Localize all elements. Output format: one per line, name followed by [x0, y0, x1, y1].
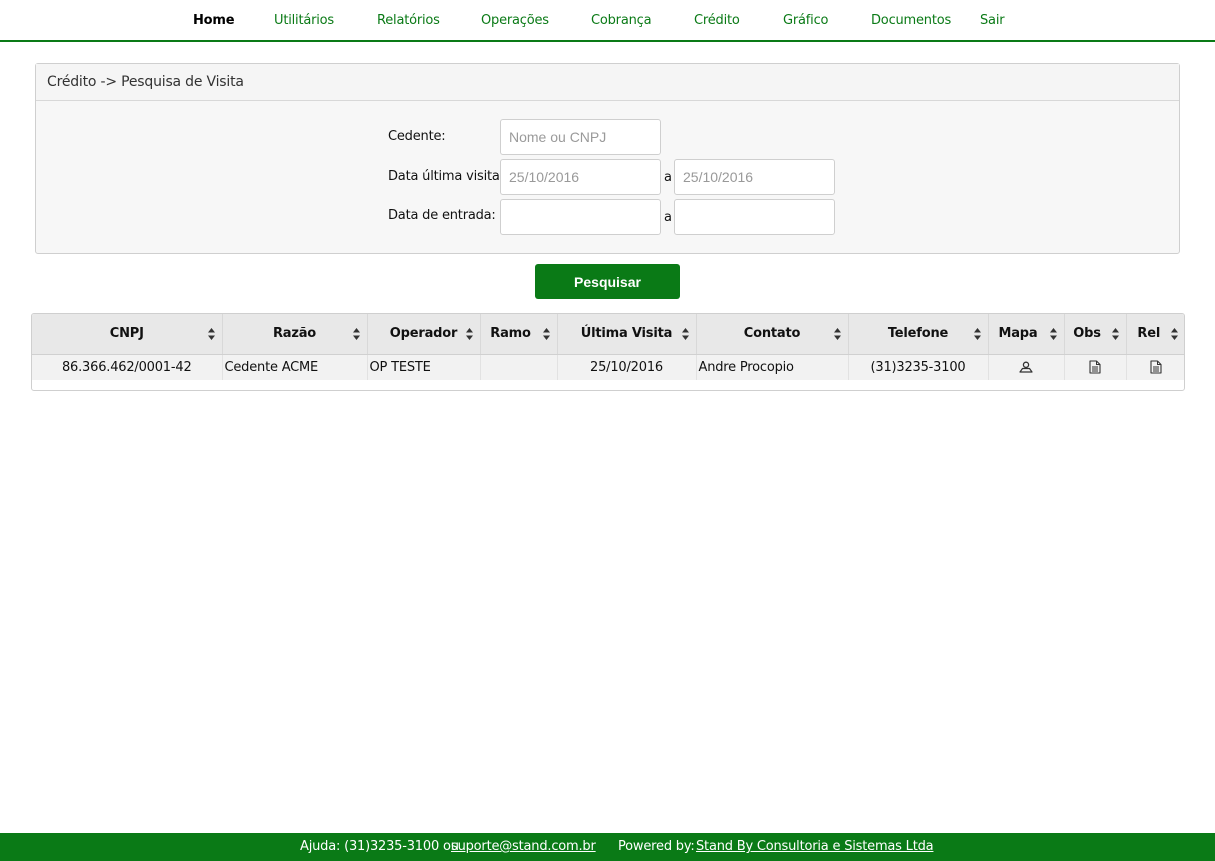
cedente-label: Cedente:	[388, 129, 446, 144]
nav-cobranca[interactable]: Cobrança	[591, 13, 652, 28]
range-separator: a	[664, 210, 672, 225]
nav-credito[interactable]: Crédito	[694, 13, 740, 28]
entrada-label: Data de entrada:	[388, 208, 496, 223]
col-header-telefone[interactable]: Telefone	[848, 314, 989, 355]
map-pin-icon[interactable]	[1019, 361, 1033, 373]
sort-icon	[542, 328, 550, 340]
nav-utilitarios[interactable]: Utilitários	[274, 13, 334, 28]
col-header-label: Rel	[1137, 326, 1161, 342]
document-icon[interactable]	[1089, 360, 1101, 374]
nav-operacoes[interactable]: Operações	[481, 13, 549, 28]
col-header-operador[interactable]: Operador	[367, 314, 481, 355]
entrada-from-input[interactable]	[500, 199, 661, 235]
col-header-label: Telefone	[887, 326, 949, 342]
table-row[interactable]: 86.366.462/0001-42 Cedente ACME OP TESTE…	[32, 354, 1184, 380]
nav-grafico[interactable]: Gráfico	[783, 13, 828, 28]
entrada-to-input[interactable]	[674, 199, 835, 235]
col-header-label: Ramo	[490, 326, 531, 342]
footer-help-text: Ajuda: (31)3235-3100 ou	[300, 839, 459, 854]
cell-contato: Andre Procopio	[696, 354, 849, 380]
cell-rel	[1126, 354, 1184, 380]
ultima-visita-from-input[interactable]	[500, 159, 661, 195]
col-header-ramo[interactable]: Ramo	[480, 314, 558, 355]
cell-operador: OP TESTE	[367, 354, 481, 380]
col-header-contato[interactable]: Contato	[696, 314, 849, 355]
col-header-label: Operador	[389, 326, 458, 342]
footer: Ajuda: (31)3235-3100 ou suporte@stand.co…	[0, 833, 1215, 861]
cell-ultima-visita: 25/10/2016	[557, 354, 697, 380]
sort-icon	[465, 328, 473, 340]
ultima-visita-label: Data última visita:	[388, 169, 504, 184]
cell-razao: Cedente ACME	[222, 354, 368, 380]
sort-icon	[1171, 328, 1178, 340]
support-email-link[interactable]: suporte@stand.com.br	[451, 839, 596, 854]
col-header-label: Contato	[743, 326, 801, 342]
nav-sair[interactable]: Sair	[980, 13, 1005, 28]
col-header-mapa[interactable]: Mapa	[988, 314, 1065, 355]
col-header-label: Obs	[1073, 326, 1101, 342]
col-header-cnpj[interactable]: CNPJ	[32, 314, 223, 355]
results-table: CNPJ Razão Operador Ramo Última Visita C…	[31, 313, 1185, 391]
sort-icon	[207, 328, 215, 340]
top-nav: Home Utilitários Relatórios Operações Co…	[0, 0, 1215, 42]
cedente-input[interactable]	[500, 119, 661, 155]
cell-telefone: (31)3235-3100	[848, 354, 989, 380]
nav-relatorios[interactable]: Relatórios	[377, 13, 440, 28]
company-link[interactable]: Stand By Consultoria e Sistemas Ltda	[696, 839, 934, 854]
cell-cnpj: 86.366.462/0001-42	[32, 354, 223, 380]
cell-ramo	[480, 354, 558, 380]
search-button[interactable]: Pesquisar	[535, 264, 680, 299]
nav-home[interactable]: Home	[193, 13, 235, 28]
sort-icon	[973, 328, 981, 340]
footer-powered-text: Powered by:	[618, 839, 695, 854]
cell-mapa	[988, 354, 1065, 380]
col-header-label: Última Visita	[580, 326, 673, 342]
col-header-label: Mapa	[998, 326, 1038, 342]
sort-icon	[681, 328, 689, 340]
col-header-rel[interactable]: Rel	[1125, 314, 1184, 355]
cell-obs	[1064, 354, 1127, 380]
nav-documentos[interactable]: Documentos	[871, 13, 951, 28]
sort-icon	[833, 328, 841, 340]
sort-icon	[352, 328, 360, 340]
sort-icon	[1111, 328, 1119, 340]
col-header-obs[interactable]: Obs	[1064, 314, 1127, 355]
col-header-razao[interactable]: Razão	[222, 314, 368, 355]
ultima-visita-to-input[interactable]	[674, 159, 835, 195]
panel-title: Crédito -> Pesquisa de Visita	[36, 64, 1179, 101]
sort-icon	[1049, 328, 1057, 340]
range-separator: a	[664, 170, 672, 185]
col-header-label: CNPJ	[109, 326, 144, 342]
table-header-row: CNPJ Razão Operador Ramo Última Visita C…	[32, 314, 1184, 355]
document-icon[interactable]	[1150, 360, 1162, 374]
col-header-label: Razão	[272, 326, 317, 342]
search-panel: Crédito -> Pesquisa de Visita Cedente: D…	[35, 63, 1180, 254]
col-header-ultima-visita[interactable]: Última Visita	[557, 314, 697, 355]
